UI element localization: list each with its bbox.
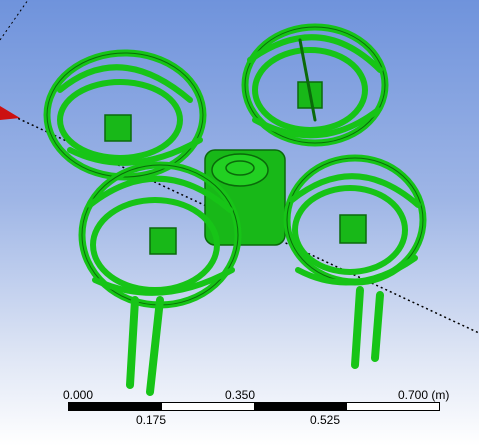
graphics-viewport[interactable]: 0.000 0.350 0.700 (m) 0.175 0.525: [0, 0, 479, 446]
scale-label-700: 0.700 (m): [398, 388, 450, 402]
rotor-guard-top-left: [43, 49, 207, 181]
scale-segment: [346, 403, 439, 410]
rotor-guard-bottom-left: [78, 161, 242, 396]
scale-segment: [161, 403, 254, 410]
axis-marker-icon: [0, 106, 20, 120]
model-view[interactable]: [0, 0, 479, 446]
scale-segment: [254, 403, 347, 410]
rotor-guard-bottom-right: [283, 154, 427, 369]
scale-label-350: 0.350: [225, 388, 256, 402]
drone-model[interactable]: [43, 23, 427, 396]
scale-bar: [68, 402, 440, 411]
scale-label-0: 0.000: [63, 388, 94, 402]
dotted-axis-line-top: [0, 0, 29, 41]
scale-label-175: 0.175: [136, 413, 167, 427]
drone-hub: [211, 153, 269, 187]
rotor-guard-top-right: [241, 23, 389, 147]
scale-label-525: 0.525: [310, 413, 341, 427]
scale-segment: [69, 403, 162, 410]
